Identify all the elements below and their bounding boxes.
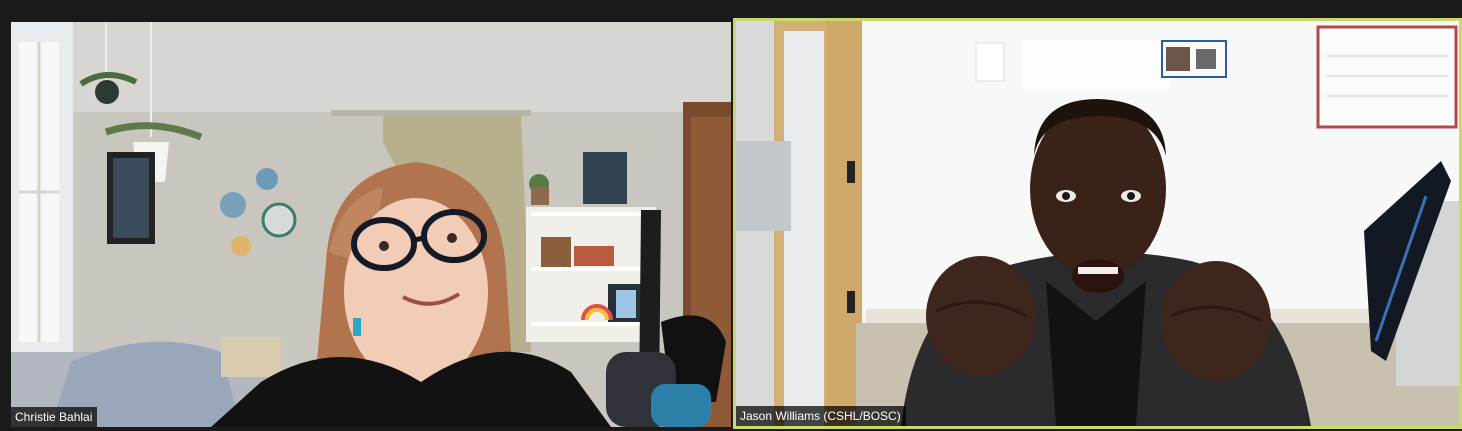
video-gallery: Christie Bahlai Jason Williams (CSHL/BOS… xyxy=(0,0,1462,431)
participant-name-label: Christie Bahlai xyxy=(11,407,98,427)
participant-video-feed xyxy=(11,22,731,427)
participant-video-feed xyxy=(736,21,1459,426)
participant-name-label: Jason Williams (CSHL/BOSC) xyxy=(736,406,906,426)
participant-video-tile-christie[interactable]: Christie Bahlai xyxy=(11,22,731,427)
participant-video-tile-jason[interactable]: Jason Williams (CSHL/BOSC) xyxy=(733,18,1462,429)
